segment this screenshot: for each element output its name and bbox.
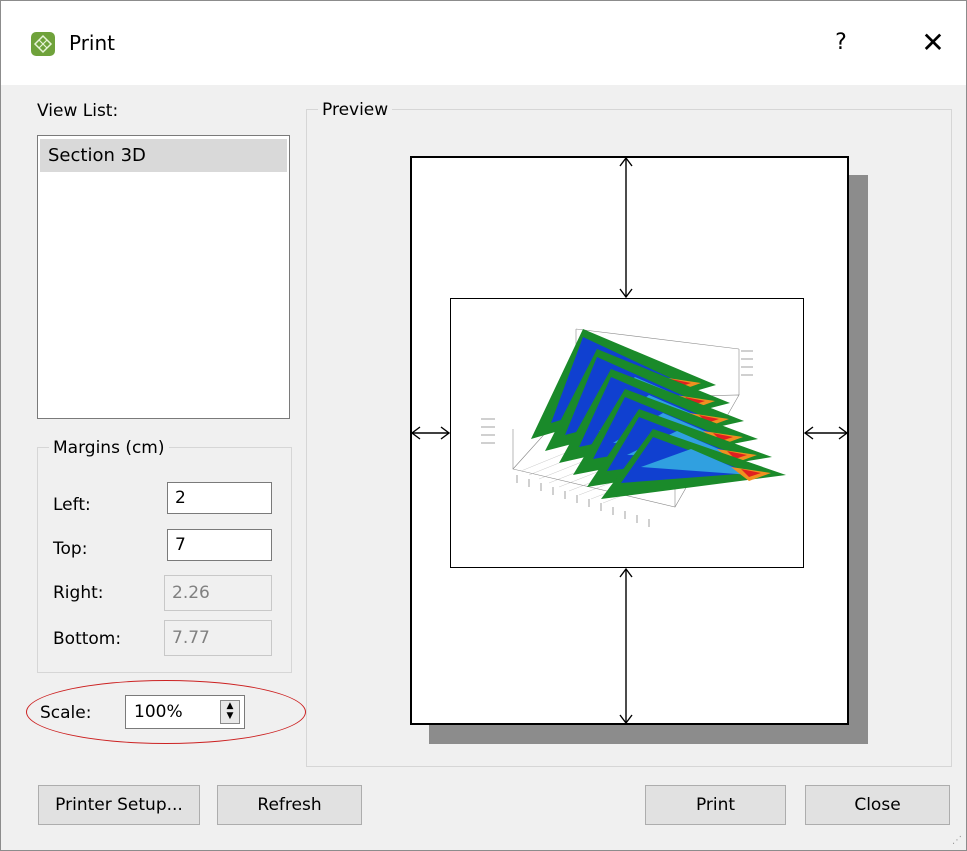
printer-setup-button[interactable]: Printer Setup...	[38, 785, 200, 825]
print-button[interactable]: Print	[645, 785, 786, 825]
resize-grip-icon[interactable]: ⋰	[952, 835, 962, 846]
print-dialog: Print ? ✕ View List: Section 3D Margins …	[0, 0, 967, 851]
close-button[interactable]: Close	[805, 785, 950, 825]
refresh-button[interactable]: Refresh	[217, 785, 362, 825]
margin-arrows	[410, 156, 849, 725]
